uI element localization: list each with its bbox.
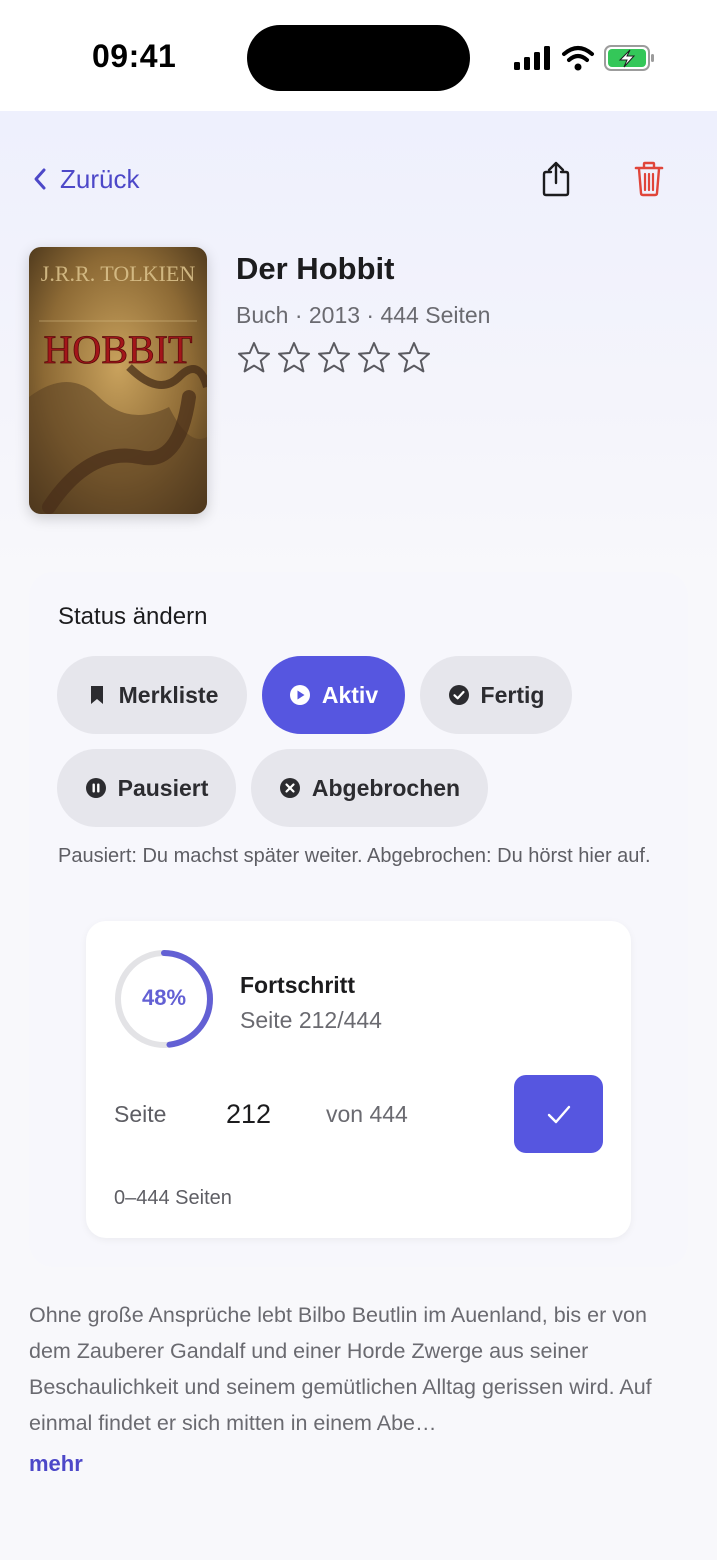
star-icon[interactable] <box>356 340 392 376</box>
share-icon <box>542 161 570 197</box>
play-icon <box>289 685 310 705</box>
confirm-page-button[interactable] <box>514 1075 603 1153</box>
share-button[interactable] <box>534 157 578 201</box>
rating-stars[interactable] <box>236 340 432 376</box>
chevron-left-icon <box>34 168 46 190</box>
progress-percent: 48% <box>141 985 187 1010</box>
page-label: Seite <box>114 1101 167 1127</box>
status-bar: 09:41 <box>0 0 717 111</box>
battery-icon <box>604 45 654 71</box>
status-chip-fertig[interactable]: Fertig <box>420 656 572 734</box>
book-cover: J.R.R. TOLKIEN HOBBIT <box>29 247 207 514</box>
star-icon[interactable] <box>236 340 272 376</box>
progress-subtitle: Seite 212/444 <box>240 1007 382 1033</box>
page-range: 0–444 Seiten <box>114 1187 232 1209</box>
star-icon[interactable] <box>396 340 432 376</box>
checkmark-circle-icon <box>448 685 469 705</box>
status-chip-pausiert[interactable]: Pausiert <box>57 749 236 827</box>
pause-icon <box>85 778 106 798</box>
page-total-label: von 444 <box>326 1101 408 1127</box>
checkmark-icon <box>547 1105 570 1124</box>
book-meta: Buch · 2013 · 444 Seiten <box>236 302 491 328</box>
book-title: Der Hobbit <box>236 251 395 286</box>
svg-text:J.R.R. TOLKIEN: J.R.R. TOLKIEN <box>41 261 196 286</box>
status-icons <box>514 45 654 71</box>
bookmark-icon <box>90 686 103 704</box>
status-chip-abgebrochen[interactable]: Abgebrochen <box>251 749 488 827</box>
delete-button[interactable] <box>627 157 671 201</box>
star-icon[interactable] <box>316 340 352 376</box>
status-chip-merkliste[interactable]: Merkliste <box>57 656 247 734</box>
status-chip-aktiv[interactable]: Aktiv <box>262 656 405 734</box>
back-button[interactable]: Zurück <box>32 162 139 196</box>
x-circle-icon <box>279 778 300 798</box>
progress-title: Fortschritt <box>240 972 355 998</box>
book-description: Ohne große Ansprüche lebt Bilbo Beutlin … <box>29 1303 652 1435</box>
trash-icon <box>634 161 664 197</box>
svg-text:HOBBIT: HOBBIT <box>44 327 193 372</box>
more-link[interactable]: mehr <box>29 1451 83 1477</box>
page-input[interactable] <box>216 1093 296 1135</box>
clock: 09:41 <box>92 38 177 74</box>
dynamic-island <box>247 25 470 91</box>
wifi-icon <box>562 46 594 71</box>
status-hint: Pausiert: Du machst später weiter. Abgeb… <box>58 845 651 867</box>
status-heading: Status ändern <box>58 603 208 630</box>
signal-icon <box>514 46 550 70</box>
back-label: Zurück <box>60 163 140 194</box>
star-icon[interactable] <box>276 340 312 376</box>
